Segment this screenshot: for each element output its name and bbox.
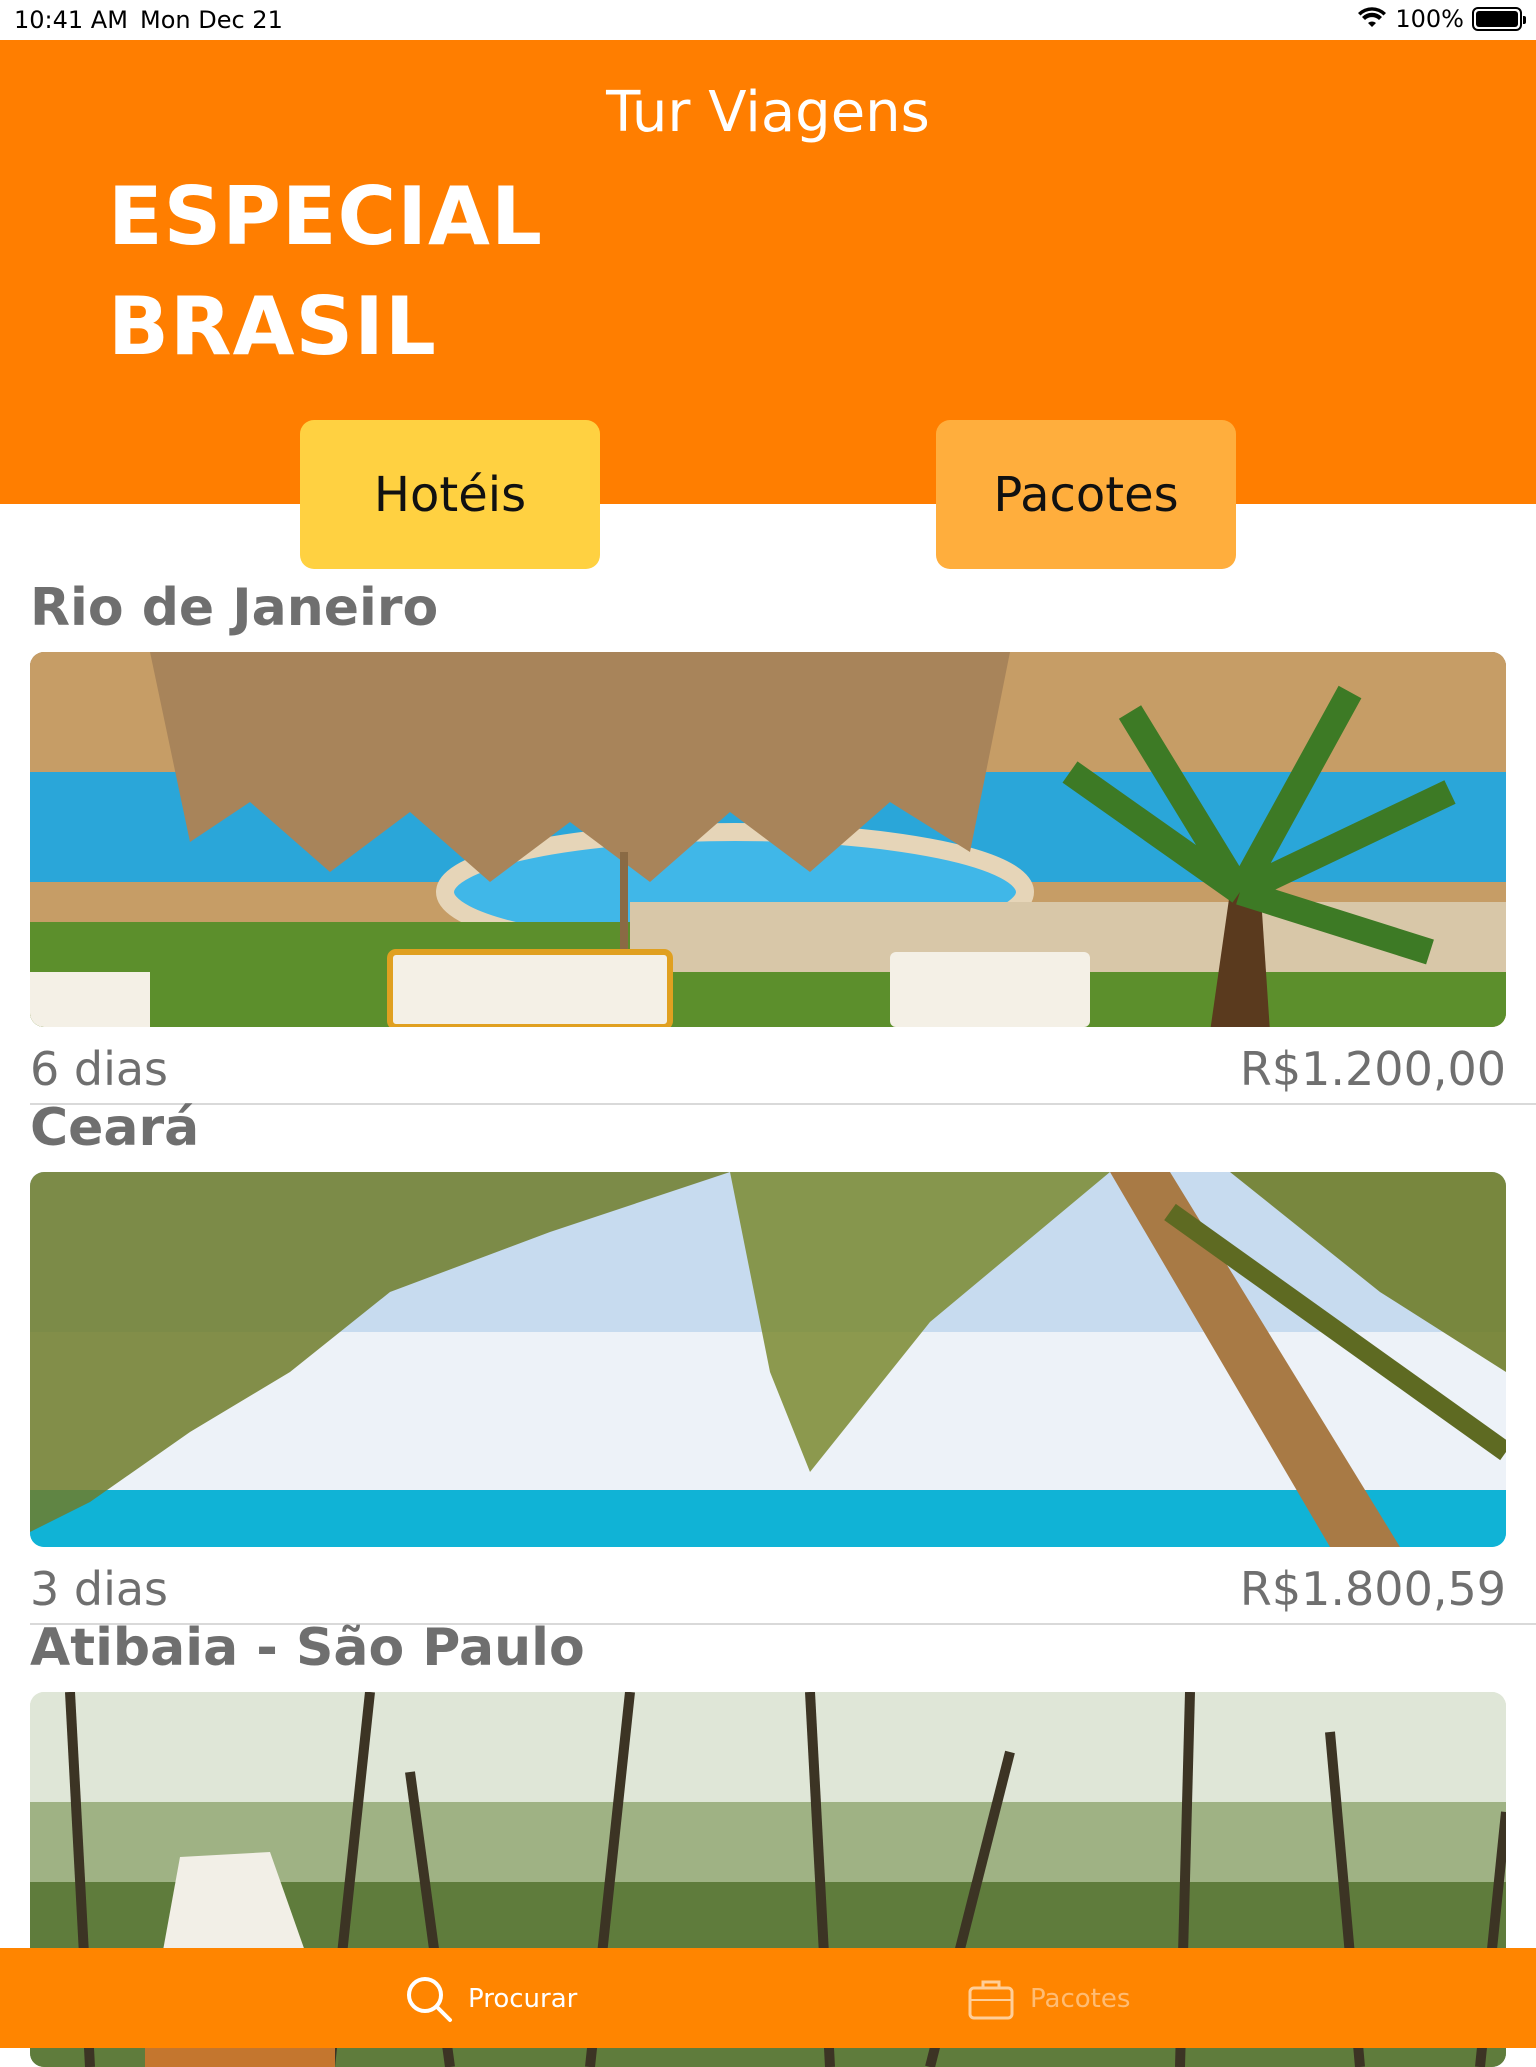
- status-bar: 10:41 AM Mon Dec 21 100%: [0, 0, 1536, 40]
- trip-price: R$1.800,59: [1239, 1562, 1506, 1616]
- banner-title-line1: ESPECIAL: [108, 170, 543, 263]
- pacotes-button[interactable]: Pacotes: [936, 420, 1236, 569]
- hoteis-button[interactable]: Hotéis: [300, 420, 600, 569]
- status-time: 10:41 AM: [14, 6, 128, 34]
- wifi-icon: [1358, 7, 1387, 27]
- banner-title-line2: BRASIL: [108, 280, 437, 373]
- trip-price: R$1.200,00: [1239, 1042, 1506, 1096]
- battery-percent: 100%: [1395, 5, 1464, 33]
- suitcase-icon: [968, 1980, 1014, 2020]
- trip-duration: 6 dias: [30, 1042, 169, 1096]
- app-title: Tur Viagens: [606, 80, 930, 145]
- tab-pacotes-label: Pacotes: [1030, 1984, 1131, 2014]
- destination-name: Rio de Janeiro: [30, 578, 439, 638]
- tab-pacotes[interactable]: Pacotes: [966, 1974, 1130, 2024]
- status-indicators: 100%: [1357, 5, 1526, 33]
- destination-photo: [30, 652, 1506, 1027]
- tab-bar: Procurar Pacotes: [0, 1948, 1536, 2048]
- header-banner: Tur Viagens ESPECIAL BRASIL: [0, 40, 1536, 504]
- destination-name: Ceará: [30, 1098, 200, 1158]
- trip-duration: 3 dias: [30, 1562, 169, 1616]
- battery-icon: [1472, 7, 1526, 31]
- tab-procurar[interactable]: Procurar: [404, 1974, 577, 2024]
- divider: [30, 1103, 1536, 1105]
- status-date: Mon Dec 21: [140, 6, 283, 34]
- destination-name: Atibaia - São Paulo: [30, 1618, 585, 1678]
- search-icon: [407, 1977, 452, 2022]
- tab-procurar-label: Procurar: [468, 1984, 578, 2014]
- destination-photo: [30, 1172, 1506, 1547]
